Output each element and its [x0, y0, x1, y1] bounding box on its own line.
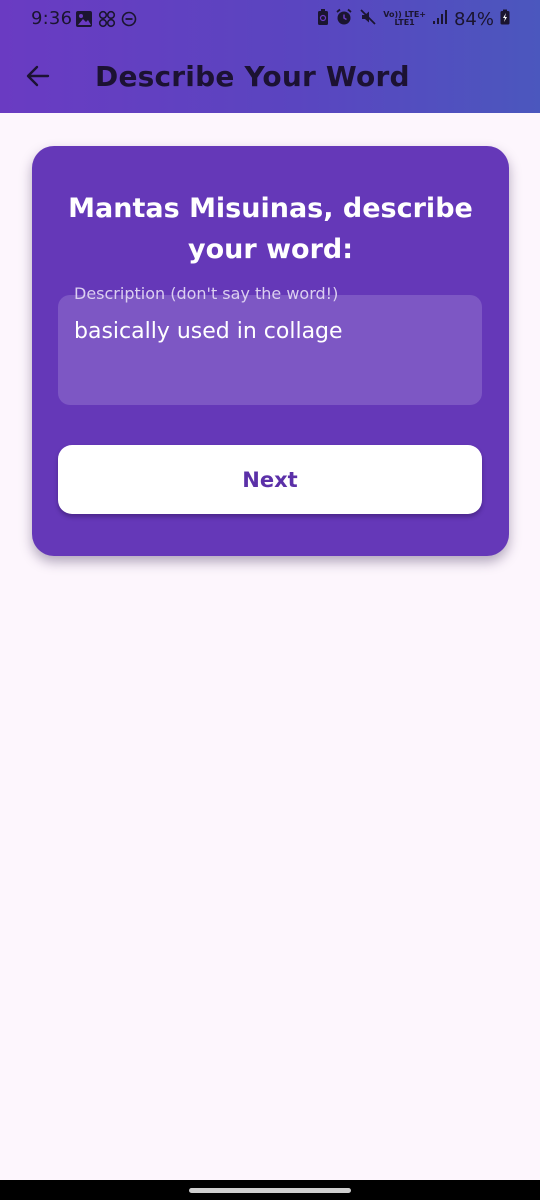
home-gesture-handle[interactable] — [189, 1188, 351, 1193]
mute-icon — [359, 8, 377, 30]
do-not-disturb-icon — [121, 11, 137, 31]
battery-icon — [500, 9, 510, 29]
battery-saver-icon — [317, 8, 329, 30]
pinwheel-icon — [98, 10, 116, 32]
alarm-icon — [335, 8, 353, 30]
describe-word-card: Mantas Misuinas, describe your word: bas… — [32, 146, 509, 556]
system-navigation-bar — [0, 1180, 540, 1200]
description-field[interactable]: basically used in collage — [58, 295, 482, 405]
signal-icon — [432, 9, 448, 29]
status-time: 9:36 — [31, 8, 73, 29]
battery-percentage: 84% — [453, 8, 494, 30]
card-heading: Mantas Misuinas, describe your word: — [68, 193, 473, 265]
back-button[interactable] — [18, 58, 58, 98]
page-title: Describe Your Word — [95, 60, 410, 93]
status-system-icons: Vo)) LTE+ LTE1 84% — [317, 8, 510, 30]
next-button[interactable]: Next — [58, 445, 482, 514]
description-field-label: Description (don't say the word!) — [74, 284, 339, 303]
description-input-value[interactable]: basically used in collage — [74, 319, 343, 344]
network-type: Vo)) LTE+ LTE1 — [383, 10, 426, 27]
status-notification-icons — [75, 10, 137, 32]
back-arrow-icon — [25, 63, 51, 93]
status-bar: 9:36 Vo)) LTE+ LTE1 84% — [0, 0, 540, 38]
toolbar: Describe Your Word — [0, 50, 540, 106]
app-bar: 9:36 Vo)) LTE+ LTE1 84% Describe Your Wo… — [0, 0, 540, 113]
next-button-label: Next — [242, 467, 298, 492]
image-icon — [75, 10, 93, 32]
